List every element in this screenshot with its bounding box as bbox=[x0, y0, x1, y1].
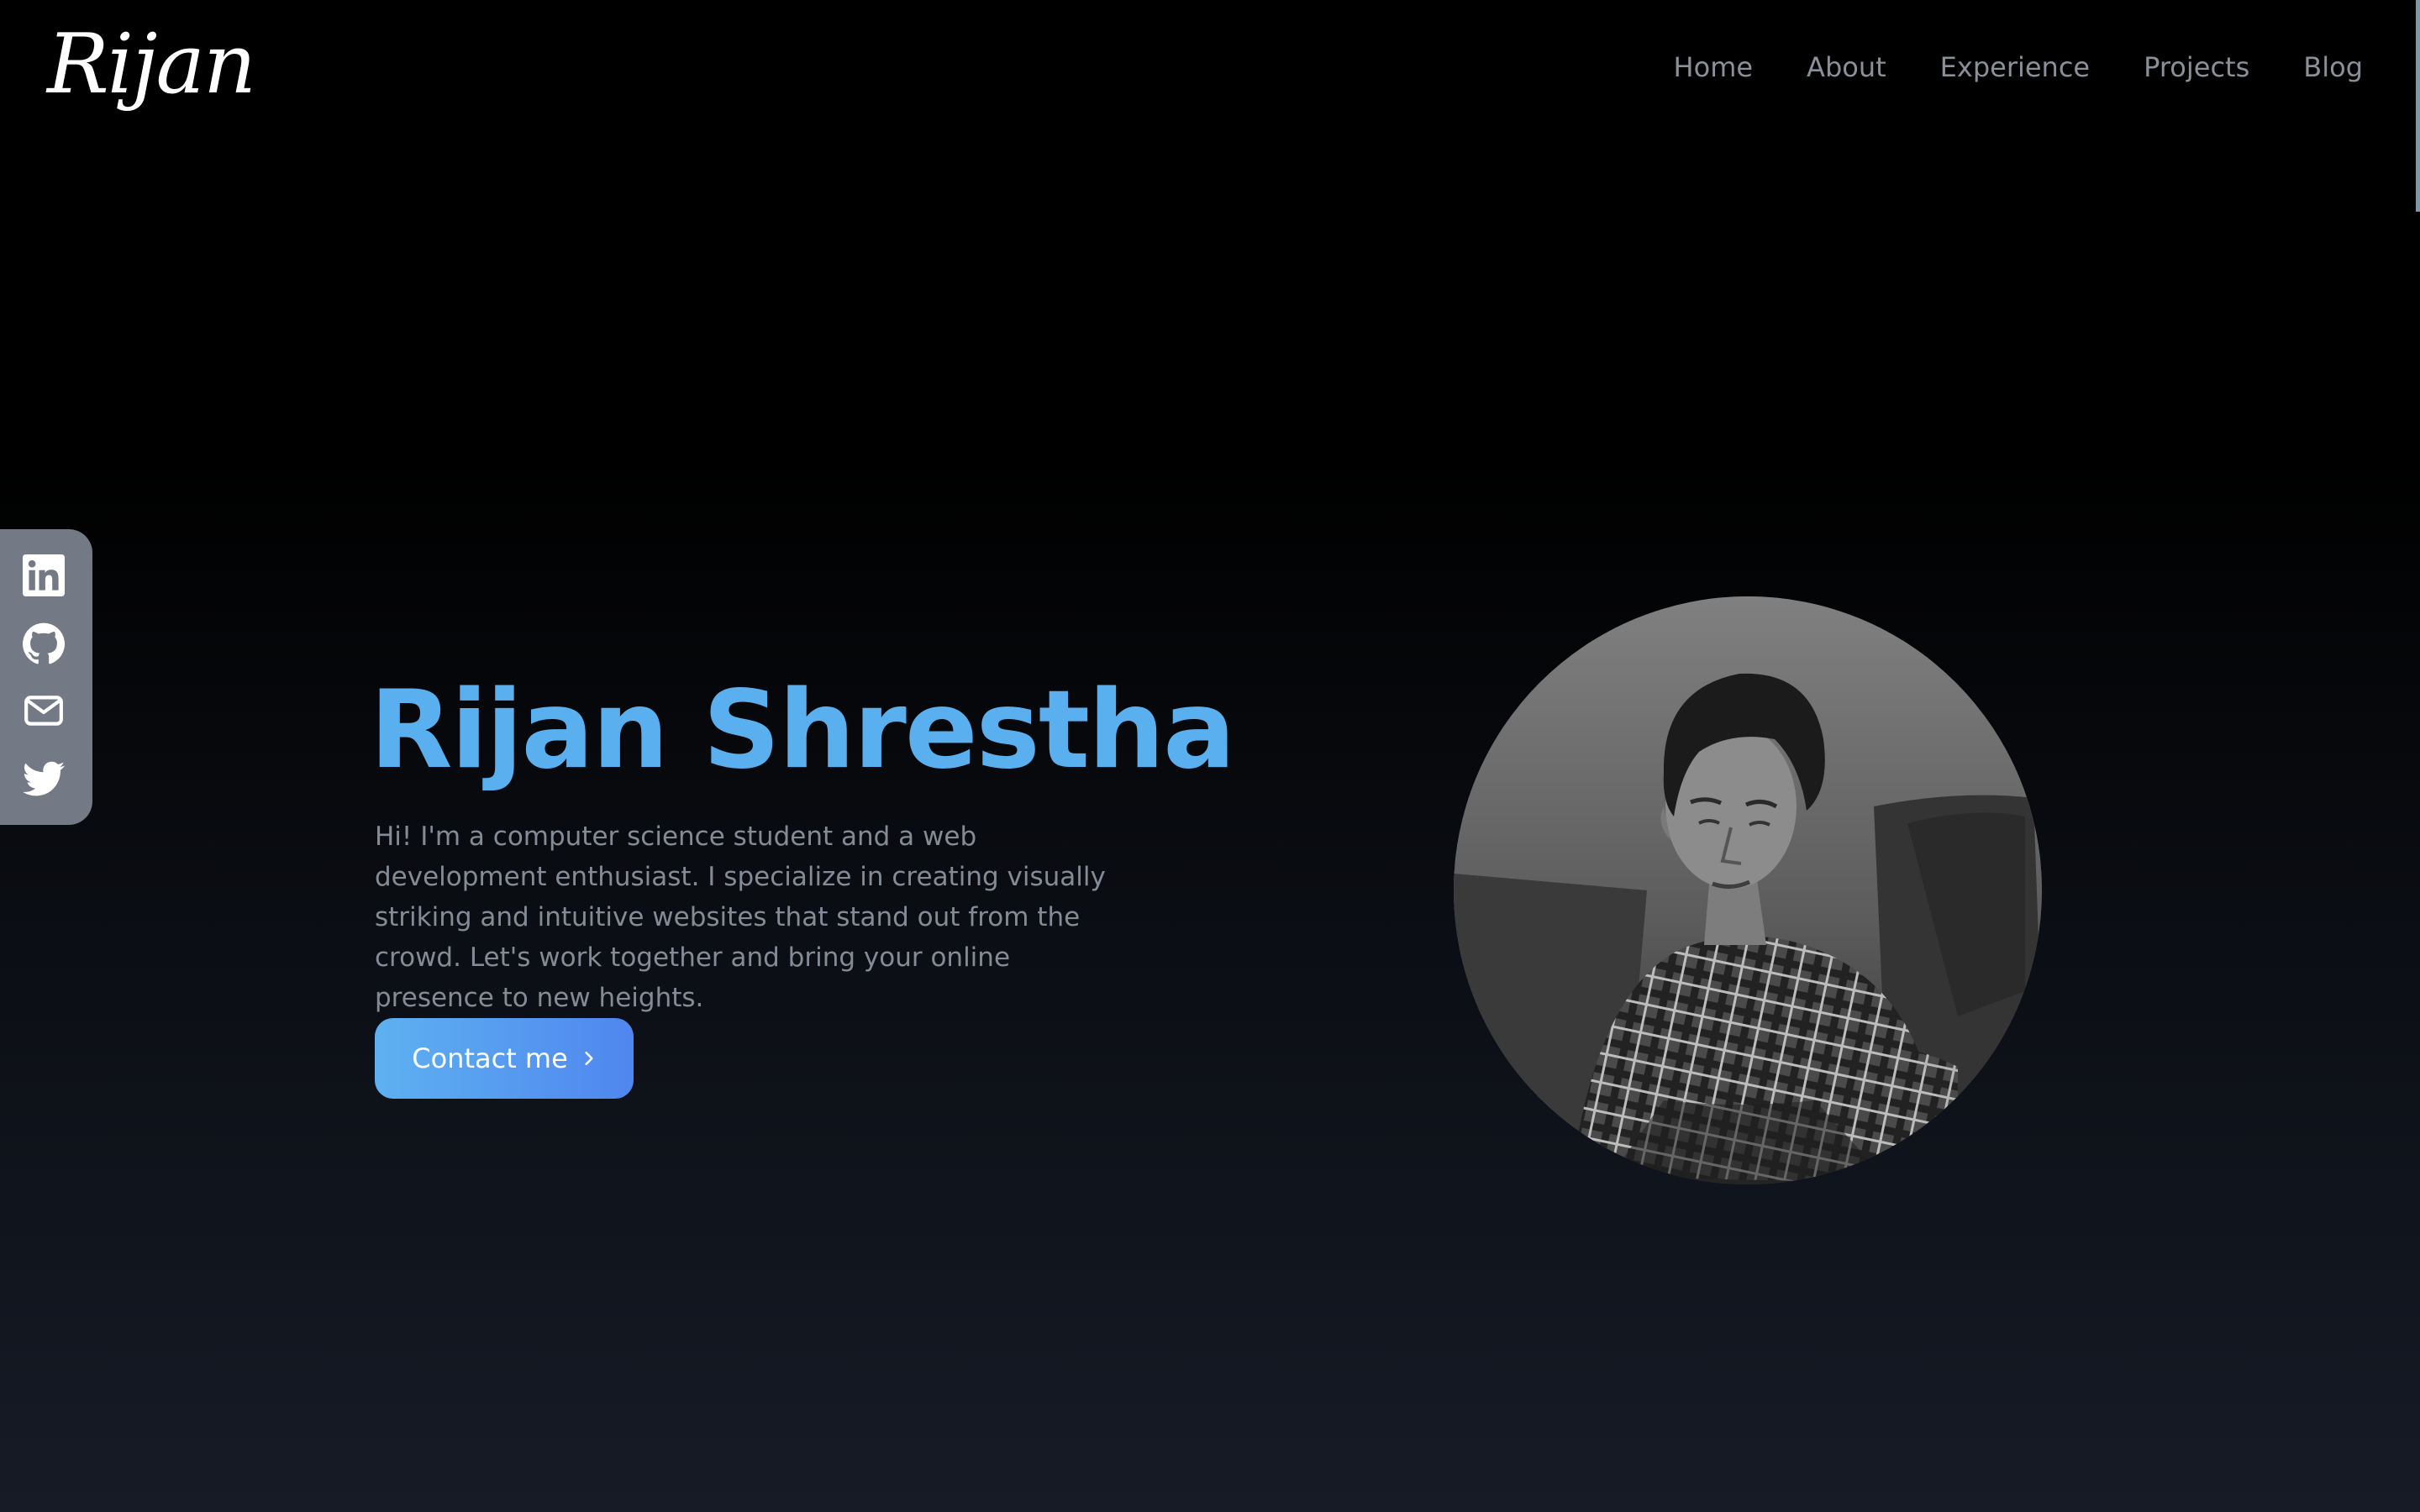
social-sidebar bbox=[0, 529, 92, 825]
linkedin-icon[interactable] bbox=[22, 554, 66, 597]
github-icon[interactable] bbox=[22, 622, 66, 665]
contact-me-button[interactable]: Contact me bbox=[375, 1018, 634, 1099]
contact-me-label: Contact me bbox=[412, 1042, 568, 1074]
nav-link-projects[interactable]: Projects bbox=[2144, 44, 2249, 91]
site-logo[interactable]: Rijan bbox=[47, 10, 256, 119]
profile-photo-illustration bbox=[1454, 596, 2042, 1184]
twitter-icon[interactable] bbox=[22, 757, 66, 801]
hero-bio: Hi! I'm a computer science student and a… bbox=[375, 822, 1106, 1013]
nav-link-about[interactable]: About bbox=[1807, 44, 1886, 91]
mail-icon[interactable] bbox=[22, 689, 66, 732]
main-nav: Home About Experience Projects Blog bbox=[1674, 44, 2363, 91]
scrollbar-thumb[interactable] bbox=[2416, 0, 2420, 212]
nav-link-blog[interactable]: Blog bbox=[2303, 44, 2363, 91]
nav-link-home[interactable]: Home bbox=[1674, 44, 1754, 91]
nav-link-experience[interactable]: Experience bbox=[1940, 44, 2090, 91]
chevron-right-icon bbox=[585, 1052, 593, 1065]
profile-photo bbox=[1454, 596, 2042, 1184]
hero-name: Rijan Shrestha bbox=[370, 668, 1235, 793]
